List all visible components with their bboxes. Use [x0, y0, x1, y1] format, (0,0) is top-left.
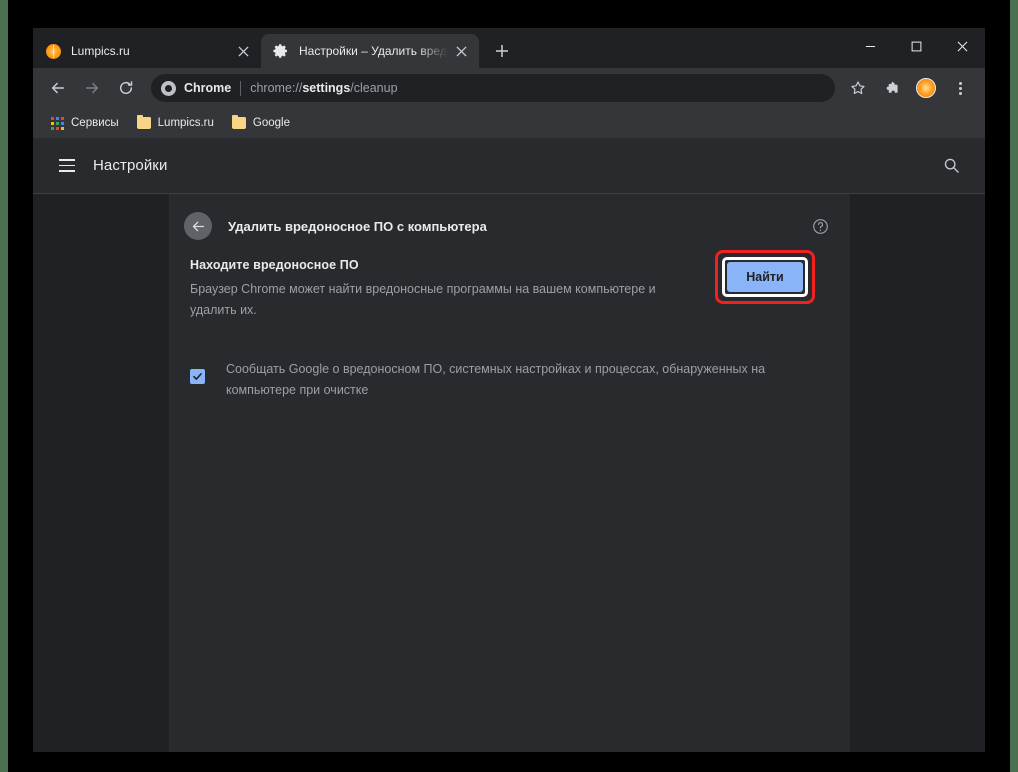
report-to-google-row[interactable]: Сообщать Google о вредоносном ПО, систем…	[170, 359, 850, 401]
card-title: Удалить вредоносное ПО с компьютера	[228, 218, 487, 234]
page-title: Настройки	[93, 157, 168, 174]
help-circle-icon[interactable]	[810, 216, 830, 236]
settings-sidebar	[33, 194, 170, 752]
tab-settings[interactable]: Настройки – Удалить вредоносное ПО с ком…	[261, 34, 479, 68]
folder-icon	[136, 114, 151, 129]
omnibox-chip-label: Chrome	[184, 81, 232, 95]
star-icon[interactable]	[844, 74, 872, 102]
bookmark-services[interactable]: Сервисы	[43, 112, 127, 134]
bookmark-label: Google	[252, 117, 290, 129]
hamburger-menu-icon[interactable]	[49, 148, 85, 184]
chrome-logo-icon	[161, 80, 176, 96]
browser-toolbar: Chrome chrome://settings/cleanup	[33, 68, 985, 108]
maximize-icon[interactable]	[893, 28, 939, 64]
bookmarks-bar: Сервисы Lumpics.ru Google	[33, 108, 985, 138]
url-bold: settings	[302, 81, 351, 95]
cleanup-settings-card: Удалить вредоносное ПО с компьютера Нахо…	[170, 194, 850, 752]
card-header: Удалить вредоносное ПО с компьютера	[170, 194, 850, 258]
address-bar[interactable]: Chrome chrome://settings/cleanup	[151, 74, 835, 102]
close-icon[interactable]	[451, 41, 471, 61]
omnibox-separator	[240, 80, 242, 96]
bookmark-google[interactable]: Google	[224, 112, 298, 134]
bookmark-lumpics[interactable]: Lumpics.ru	[129, 112, 222, 134]
url-suffix: /cleanup	[350, 81, 398, 95]
highlight-ring-red: Найти	[715, 250, 815, 304]
minimize-icon[interactable]	[847, 28, 893, 64]
folder-icon	[231, 114, 246, 129]
bookmark-label: Сервисы	[71, 117, 119, 129]
section-description: Браузер Chrome может найти вредоносные п…	[190, 282, 656, 317]
close-icon[interactable]	[939, 28, 985, 64]
section-heading: Находите вредоносное ПО	[190, 258, 359, 272]
forward-arrow-icon[interactable]	[78, 74, 106, 102]
settings-content-area: Удалить вредоносное ПО с компьютера Нахо…	[170, 194, 985, 752]
close-icon[interactable]	[233, 41, 253, 61]
gear-icon	[273, 43, 289, 59]
settings-header: Настройки	[33, 138, 985, 194]
orange-slice-icon	[45, 43, 61, 59]
report-checkbox[interactable]	[190, 369, 205, 384]
back-arrow-icon[interactable]	[44, 74, 72, 102]
settings-page: Настройки Удалить вредоносное ПО с компь…	[33, 138, 985, 752]
puzzle-piece-icon[interactable]	[878, 74, 906, 102]
report-checkbox-label: Сообщать Google о вредоносном ПО, систем…	[226, 362, 766, 397]
browser-window: Lumpics.ru Настройки – Удалить вредоносн…	[33, 28, 985, 752]
decorative-left-edge	[0, 0, 8, 772]
find-malware-section: Находите вредоносное ПО Браузер Chrome м…	[170, 250, 850, 321]
bookmark-label: Lumpics.ru	[157, 117, 214, 129]
tab-lumpics[interactable]: Lumpics.ru	[33, 34, 261, 68]
kebab-menu-icon[interactable]	[946, 74, 974, 102]
url-prefix: chrome://	[250, 81, 303, 95]
search-icon[interactable]	[933, 148, 969, 184]
settings-body: Удалить вредоносное ПО с компьютера Нахо…	[33, 194, 985, 752]
new-tab-button[interactable]	[487, 36, 517, 66]
highlight-ring-white: Найти	[722, 257, 808, 297]
window-controls	[847, 28, 985, 64]
decorative-right-edge	[1010, 0, 1018, 772]
reload-icon[interactable]	[112, 74, 140, 102]
find-button-highlight: Найти	[710, 250, 820, 304]
screenshot-root: Lumpics.ru Настройки – Удалить вредоносн…	[0, 0, 1018, 772]
find-button[interactable]: Найти	[727, 262, 803, 292]
profile-avatar[interactable]	[912, 74, 940, 102]
tab-title: Lumpics.ru	[71, 44, 130, 58]
back-arrow-icon[interactable]	[184, 212, 212, 240]
omnibox-url: chrome://settings/cleanup	[250, 81, 397, 95]
tab-strip: Lumpics.ru Настройки – Удалить вредоносн…	[33, 28, 985, 68]
tab-title: Настройки – Удалить вредоносное ПО с ком…	[299, 44, 451, 58]
apps-grid-icon	[51, 116, 64, 130]
